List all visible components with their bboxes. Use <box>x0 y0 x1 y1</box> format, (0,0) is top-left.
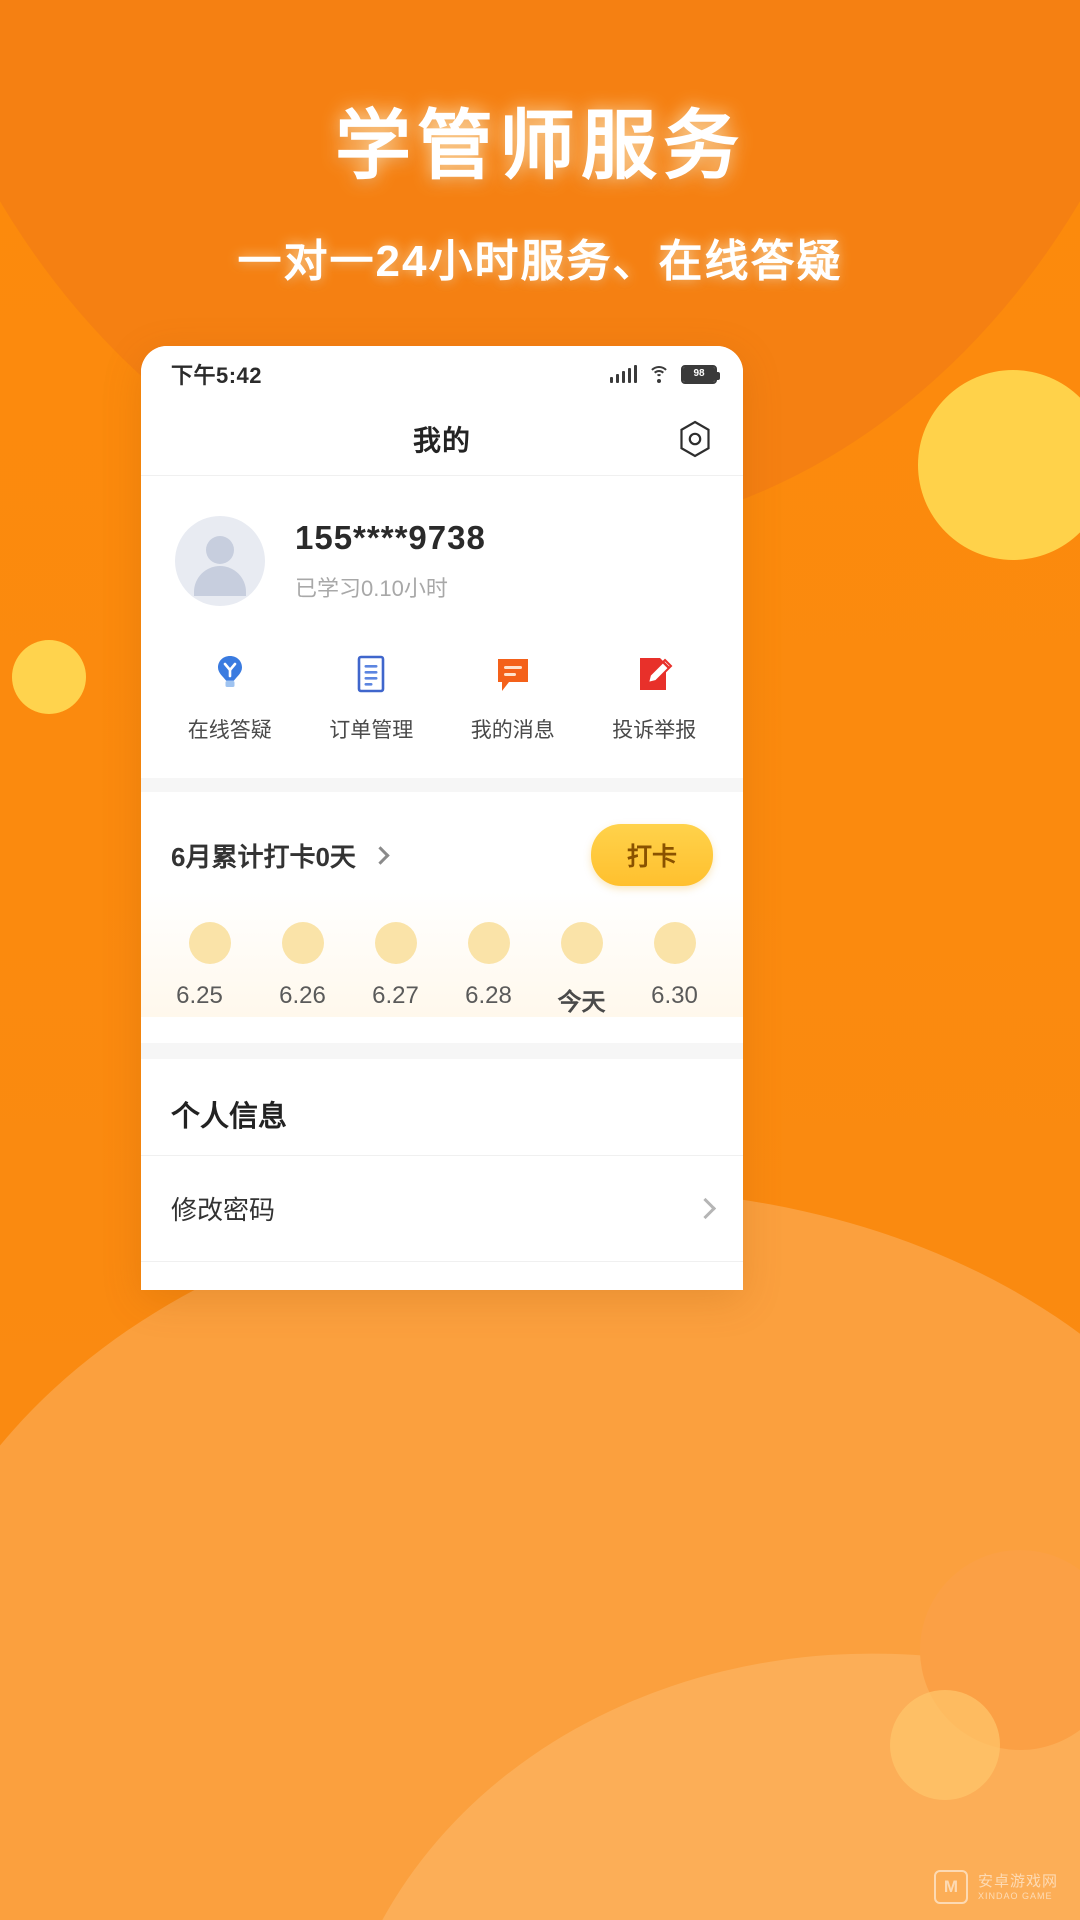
checkin-summary-link[interactable]: 6月累计打卡0天 <box>171 837 390 874</box>
checkin-day-label: 6.30 <box>651 982 698 1009</box>
checkin-day-dot <box>560 922 603 964</box>
checkin-day[interactable]: 6.30 <box>628 922 721 1017</box>
lightbulb-pin-icon <box>208 652 252 696</box>
chevron-right-icon <box>371 845 390 865</box>
status-bar: 下午5:42 98 <box>141 346 743 402</box>
checkin-day-label: 6.27 <box>372 982 419 1009</box>
page-title: 我的 <box>412 424 471 456</box>
promo-header: 学管师服务 一对一24小时服务、在线答疑 <box>0 104 1080 289</box>
quick-actions-row: 在线答疑 订单管理 我的消息 投诉举报 <box>141 636 743 778</box>
checkin-day-today[interactable]: 今天 <box>535 922 628 1017</box>
profile-text: 155****9738 已学习0.10小时 <box>295 519 486 603</box>
user-phone-number: 155****9738 <box>295 519 486 556</box>
decor-circle-small-left <box>12 640 86 714</box>
checkin-day-dot <box>281 922 324 964</box>
checkin-day-dot <box>467 922 510 964</box>
checkin-day-dot <box>653 922 696 964</box>
app-content: 155****9738 已学习0.10小时 在线答疑 订单管理 我的消息 投诉举… <box>141 476 743 1290</box>
checkin-day[interactable]: 6.26 <box>256 922 349 1017</box>
avatar-body-shape <box>194 566 246 596</box>
avatar[interactable] <box>175 516 265 606</box>
quick-action-online-qa[interactable]: 在线答疑 <box>159 652 301 744</box>
checkin-day-label: 6.28 <box>465 982 512 1009</box>
promo-title: 学管师服务 <box>335 104 745 189</box>
list-item-signed-agreements[interactable]: 已签署协议 <box>141 1261 743 1290</box>
chat-bubble-icon <box>491 652 535 696</box>
battery-icon: 98 <box>681 364 720 384</box>
quick-action-label: 订单管理 <box>329 719 414 742</box>
list-item-change-password[interactable]: 修改密码 <box>141 1155 743 1261</box>
checkin-days-row: 6.25 6.26 6.27 6.28 今天 6.30 <box>141 892 743 1017</box>
checkin-button[interactable]: 打卡 <box>590 824 713 886</box>
checkin-day-label: 今天 <box>557 989 606 1016</box>
profile-section[interactable]: 155****9738 已学习0.10小时 <box>141 476 743 636</box>
checkin-day[interactable]: 6.28 <box>442 922 535 1017</box>
watermark-site-name-en: XINDAO GAME <box>977 1890 1053 1901</box>
phone-mockup: 下午5:42 98 我的 155****9738 已学习0.10小时 在线答疑 … <box>141 346 743 1290</box>
settings-hexagon-icon[interactable] <box>675 419 715 459</box>
status-bar-time: 下午5:42 <box>171 363 263 388</box>
battery-level-label: 98 <box>683 366 715 382</box>
checkin-day-dot <box>188 922 231 964</box>
checkin-day[interactable]: 6.25 <box>163 922 256 1017</box>
watermark-text: 安卓游戏网 XINDAO GAME <box>978 1873 1058 1902</box>
quick-action-my-messages[interactable]: 我的消息 <box>442 652 584 744</box>
document-list-icon <box>349 652 393 696</box>
quick-action-complaint-report[interactable]: 投诉举报 <box>584 652 726 744</box>
list-item-label: 修改密码 <box>171 1195 276 1225</box>
checkin-summary-label: 6月累计打卡0天 <box>171 841 356 872</box>
edit-report-icon <box>632 652 676 696</box>
avatar-head-shape <box>206 536 234 564</box>
quick-action-label: 投诉举报 <box>612 719 697 742</box>
quick-action-label: 在线答疑 <box>187 719 272 742</box>
promo-subtitle: 一对一24小时服务、在线答疑 <box>237 237 843 287</box>
study-hours-label: 已学习0.10小时 <box>295 576 448 601</box>
nav-bar: 我的 <box>141 402 743 476</box>
checkin-header: 6月累计打卡0天 打卡 <box>141 792 743 892</box>
section-title-label: 个人信息 <box>171 1101 288 1133</box>
watermark-logo-icon: M <box>933 1870 968 1904</box>
checkin-day[interactable]: 6.27 <box>349 922 442 1017</box>
status-bar-indicators: 98 <box>609 364 720 384</box>
quick-action-label: 我的消息 <box>470 719 555 742</box>
checkin-section: 6月累计打卡0天 打卡 6.25 6.26 6.27 6.28 今天 6.30 <box>141 792 743 1043</box>
chevron-right-icon <box>694 1197 717 1220</box>
watermark: M 安卓游戏网 XINDAO GAME <box>933 1870 1058 1904</box>
decor-circle-bottom-right-small <box>890 1690 1000 1800</box>
section-title: 个人信息 <box>141 1059 743 1155</box>
personal-info-section: 个人信息 修改密码 已签署协议 <box>141 1059 743 1290</box>
checkin-day-dot <box>374 922 417 964</box>
checkin-day-label: 6.26 <box>279 982 326 1009</box>
checkin-day-label: 6.25 <box>176 982 223 1009</box>
wifi-icon <box>648 365 670 383</box>
watermark-site-name: 安卓游戏网 <box>977 1872 1058 1890</box>
signal-bars-icon <box>609 365 637 383</box>
quick-action-order-management[interactable]: 订单管理 <box>301 652 443 744</box>
